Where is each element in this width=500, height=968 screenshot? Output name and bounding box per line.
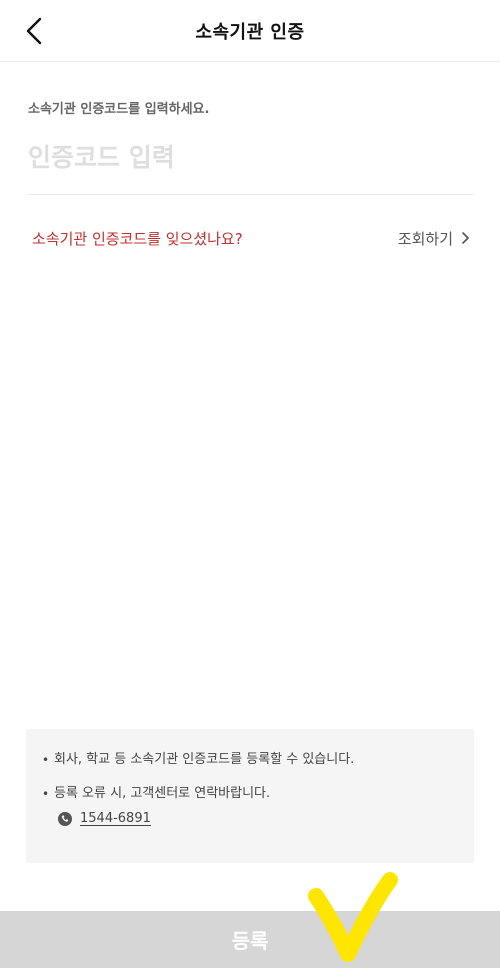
code-input-label: 소속기관 인증코드를 입력하세요. <box>28 102 210 117</box>
auth-code-input[interactable] <box>28 137 474 177</box>
bullet-icon: • <box>42 787 50 801</box>
info-item-text: 등록 오류 시, 고객센터로 연락바랍니다. <box>54 786 271 801</box>
app-header: 소속기관 인증 <box>0 0 500 62</box>
register-button[interactable]: 등록 <box>0 911 500 968</box>
lookup-link-label: 조회하기 <box>397 229 453 248</box>
code-entry-section: 소속기관 인증코드를 입력하세요. <box>28 98 474 177</box>
info-item-text: 회사, 학교 등 소속기관 인증코드를 등록할 수 있습니다. <box>54 752 355 767</box>
info-item: • 등록 오류 시, 고객센터로 연락바랍니다. <box>42 785 458 803</box>
page-title: 소속기관 인증 <box>195 22 305 43</box>
info-box: • 회사, 학교 등 소속기관 인증코드를 등록할 수 있습니다. • 등록 오… <box>26 729 474 863</box>
chevron-right-icon <box>462 232 469 244</box>
info-item: • 회사, 학교 등 소속기관 인증코드를 등록할 수 있습니다. <box>42 751 458 769</box>
lookup-link[interactable]: 조회하기 <box>398 228 470 249</box>
forgot-code-row: 소속기관 인증코드를 잊으셨나요? 조회하기 <box>32 226 470 250</box>
phone-number-link[interactable]: 1544-6891 <box>80 811 151 826</box>
forgot-code-text: 소속기관 인증코드를 잊으셨나요? <box>32 229 243 248</box>
customer-center-phone: 1544-6891 <box>58 811 458 826</box>
phone-icon <box>58 811 72 826</box>
input-divider <box>28 194 474 195</box>
bullet-icon: • <box>42 753 50 767</box>
